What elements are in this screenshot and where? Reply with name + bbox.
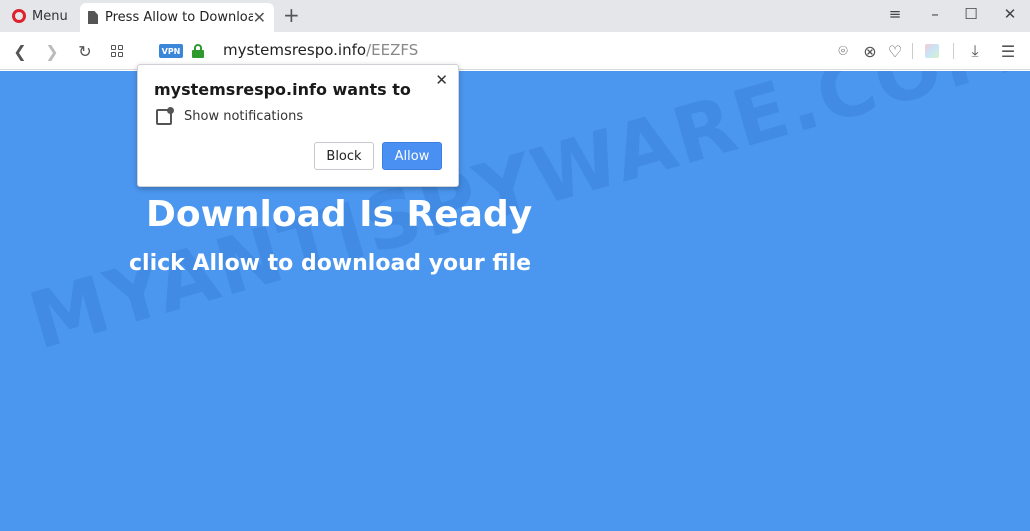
toolbar-separator xyxy=(912,43,913,59)
page-headline: Download Is Ready xyxy=(146,194,533,235)
notification-permission-popup: ✕ mystemsrespo.info wants to Show notifi… xyxy=(137,64,459,187)
heart-icon[interactable]: ♡ xyxy=(884,40,906,62)
reload-icon[interactable]: ↻ xyxy=(74,40,96,62)
camera-icon[interactable]: ⌾ xyxy=(832,40,854,62)
popup-title: mystemsrespo.info wants to xyxy=(154,80,411,99)
tab-title: Press Allow to Download xyxy=(105,10,253,25)
notification-icon xyxy=(156,107,174,125)
opera-logo-icon xyxy=(12,9,26,23)
forward-icon[interactable]: ❯ xyxy=(41,40,63,62)
tab-active[interactable]: Press Allow to Download ✕ xyxy=(80,3,274,32)
new-tab-icon[interactable]: + xyxy=(283,4,300,26)
adblock-icon[interactable]: ⊗ xyxy=(859,40,881,62)
tabs-grid-icon[interactable] xyxy=(106,40,128,62)
address-field[interactable]: mystemsrespo.info/EEZFS xyxy=(223,41,418,59)
extension-cube-icon[interactable] xyxy=(925,44,939,58)
allow-button[interactable]: Allow xyxy=(382,142,442,170)
url-domain: mystemsrespo.info xyxy=(223,41,367,59)
tab-strip: Menu Press Allow to Download ✕ + ≡ – ☐ ✕ xyxy=(0,0,1030,32)
popup-permission-text: Show notifications xyxy=(184,109,304,124)
opera-menu-button[interactable]: Menu xyxy=(6,4,74,28)
url-path: /EEZFS xyxy=(366,41,419,59)
tab-menu-icon[interactable]: ≡ xyxy=(884,5,906,23)
minimize-icon[interactable]: – xyxy=(924,5,946,23)
block-button[interactable]: Block xyxy=(314,142,374,170)
tab-close-icon[interactable]: ✕ xyxy=(253,8,266,27)
close-window-icon[interactable]: ✕ xyxy=(999,5,1021,23)
lock-icon[interactable] xyxy=(192,44,204,58)
document-icon xyxy=(88,11,98,24)
menu-label: Menu xyxy=(32,8,68,24)
maximize-icon[interactable]: ☐ xyxy=(960,5,982,23)
download-icon[interactable]: ⤓ xyxy=(964,40,986,62)
page-subline: click Allow to download your file xyxy=(129,251,532,276)
toolbar-separator xyxy=(953,43,954,59)
easy-setup-icon[interactable]: ☰ xyxy=(997,40,1019,62)
popup-close-icon[interactable]: ✕ xyxy=(435,71,448,89)
vpn-badge[interactable]: VPN xyxy=(159,44,183,58)
back-icon[interactable]: ❮ xyxy=(9,40,31,62)
